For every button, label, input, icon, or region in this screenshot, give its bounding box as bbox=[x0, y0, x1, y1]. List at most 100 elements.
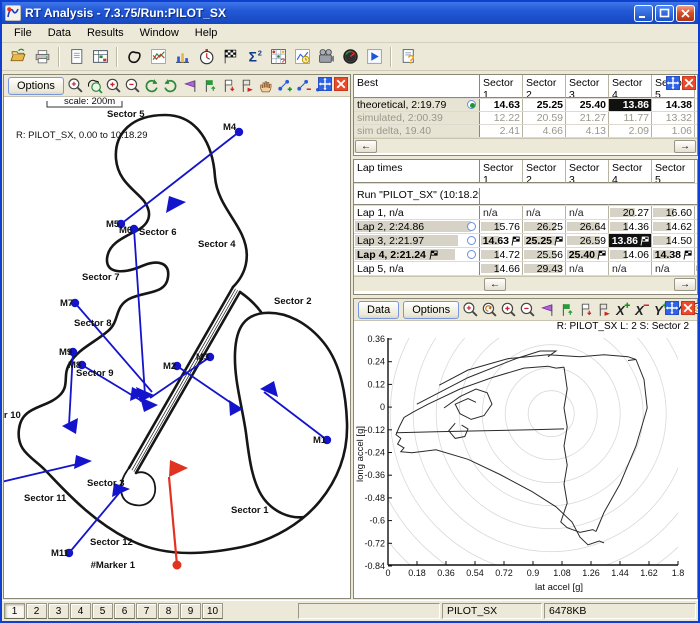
marker-label: M2 bbox=[163, 361, 176, 372]
stopwatch-icon[interactable] bbox=[194, 45, 218, 69]
map-move-window-icon[interactable] bbox=[318, 77, 332, 91]
lap-scroll-left-arrow[interactable]: ← bbox=[484, 278, 506, 291]
report-icon[interactable] bbox=[64, 45, 88, 69]
print-icon[interactable] bbox=[30, 45, 54, 69]
best-scroll-left-arrow[interactable]: ← bbox=[355, 140, 377, 153]
plot-flag-play-icon[interactable] bbox=[594, 300, 613, 319]
lap-row[interactable]: Lap 4, 2:21.2414.7225.5625.4014.0614.38 bbox=[354, 248, 697, 262]
sector-cell: 11.77 bbox=[609, 112, 652, 124]
chart-time-icon[interactable] bbox=[290, 45, 314, 69]
plot-x-minus-icon[interactable]: X bbox=[632, 300, 651, 319]
plot-data-button[interactable]: Data bbox=[358, 301, 399, 319]
map-point-remove-icon[interactable] bbox=[294, 76, 313, 95]
plot-close-icon[interactable] bbox=[681, 301, 695, 315]
map-zoom-out-icon[interactable] bbox=[123, 76, 142, 95]
map-pan-icon[interactable] bbox=[256, 76, 275, 95]
row-label: theoretical, 2:19.79 bbox=[354, 99, 480, 111]
sector-cell: 2.41 bbox=[480, 125, 523, 137]
map-close-icon[interactable] bbox=[334, 77, 348, 91]
play-icon[interactable] bbox=[362, 45, 386, 69]
minimize-button[interactable] bbox=[634, 5, 653, 22]
lap-row[interactable]: Lap 3, 2:21.9714.6325.2526.5913.8614.50 bbox=[354, 234, 697, 248]
workspace-tab-9[interactable]: 9 bbox=[180, 603, 201, 619]
map-flag-play-icon[interactable] bbox=[237, 76, 256, 95]
menu-help[interactable]: Help bbox=[187, 25, 226, 41]
lap-select-radio[interactable] bbox=[467, 100, 476, 109]
sector-label: Sector 12 bbox=[90, 537, 133, 548]
map-point-add-icon[interactable] bbox=[275, 76, 294, 95]
plot-flag-down-icon[interactable] bbox=[575, 300, 594, 319]
menu-data[interactable]: Data bbox=[40, 25, 79, 41]
workspace-tab-6[interactable]: 6 bbox=[114, 603, 135, 619]
best-scroll-right-arrow[interactable]: → bbox=[674, 140, 696, 153]
grid-query-icon[interactable]: ? bbox=[266, 45, 290, 69]
x-tick-label: 0.18 bbox=[408, 568, 426, 578]
map-rotate-cw-icon[interactable] bbox=[142, 76, 161, 95]
x-tick-label: 1.08 bbox=[553, 568, 571, 578]
map-flag-up-icon[interactable] bbox=[199, 76, 218, 95]
help-icon[interactable]: ? bbox=[396, 45, 420, 69]
best-close-icon[interactable] bbox=[682, 76, 696, 90]
map-flag-down-icon[interactable] bbox=[218, 76, 237, 95]
plot-flag-back-icon[interactable] bbox=[537, 300, 556, 319]
workspace-tab-7[interactable]: 7 bbox=[136, 603, 157, 619]
sector-cell: n/a bbox=[480, 206, 523, 219]
plot-x-plus-icon[interactable]: X bbox=[613, 300, 632, 319]
sector-cell: 13.86 bbox=[609, 234, 652, 247]
bar-chart-icon[interactable] bbox=[170, 45, 194, 69]
plot-flag-up-icon[interactable] bbox=[556, 300, 575, 319]
titlebar[interactable]: RT Analysis - 7.3.75/Run:PILOT_SX bbox=[2, 2, 698, 24]
lap-row: Lap 1, n/an/an/an/a20.2716.60 bbox=[354, 206, 697, 220]
track-map-canvas[interactable]: scale: 200mR: PILOT_SX, 0.00 to 10:18.29… bbox=[4, 97, 350, 598]
plot-options-button[interactable]: Options bbox=[403, 301, 459, 319]
marker-label: M11 bbox=[51, 548, 70, 559]
svg-text:2: 2 bbox=[257, 48, 261, 57]
plot-zoom-prev-icon[interactable] bbox=[480, 300, 499, 319]
workspace-tab-5[interactable]: 5 bbox=[92, 603, 113, 619]
x-tick-label: 1.62 bbox=[640, 568, 658, 578]
lap-select-radio[interactable] bbox=[467, 222, 476, 231]
workspace-tab-3[interactable]: 3 bbox=[48, 603, 69, 619]
column-header-partial: S bbox=[695, 160, 698, 183]
best-move-window-icon[interactable] bbox=[666, 76, 680, 90]
sigma-icon[interactable]: Σ2 bbox=[242, 45, 266, 69]
map-zoom-in-icon[interactable] bbox=[104, 76, 123, 95]
maximize-button[interactable] bbox=[655, 5, 674, 22]
workspace-tab-1[interactable]: 1 bbox=[4, 603, 25, 619]
plot-zoom-area-icon[interactable] bbox=[461, 300, 480, 319]
gauge-icon[interactable] bbox=[338, 45, 362, 69]
workspace-tab-2[interactable]: 2 bbox=[26, 603, 47, 619]
plot-move-window-icon[interactable] bbox=[665, 301, 679, 315]
track-outline bbox=[134, 291, 238, 472]
lap-select-radio[interactable] bbox=[467, 236, 476, 245]
red-marker-flag-icon bbox=[169, 460, 188, 477]
menu-file[interactable]: File bbox=[6, 25, 40, 41]
map-flag-back-icon[interactable] bbox=[180, 76, 199, 95]
table-map-icon[interactable] bbox=[88, 45, 112, 69]
open-icon[interactable] bbox=[6, 45, 30, 69]
gg-plot-canvas[interactable]: 00.180.360.540.720.91.081.261.441.621.80… bbox=[354, 334, 696, 598]
map-rotate-ccw-icon[interactable] bbox=[161, 76, 180, 95]
workspace-tab-8[interactable]: 8 bbox=[158, 603, 179, 619]
sector-label: Sector 3 bbox=[87, 478, 125, 489]
sector-label: Sector 1 bbox=[231, 505, 269, 516]
map-zoom-track-icon[interactable] bbox=[85, 76, 104, 95]
finish-flag-icon[interactable] bbox=[218, 45, 242, 69]
plot-zoom-in-icon[interactable] bbox=[499, 300, 518, 319]
track-icon[interactable] bbox=[122, 45, 146, 69]
workspace-tab-4[interactable]: 4 bbox=[70, 603, 91, 619]
lap-select-radio[interactable] bbox=[467, 250, 476, 259]
close-button[interactable] bbox=[676, 5, 695, 22]
lap-row[interactable]: Lap 2, 2:24.8615.7626.2526.6414.3614.62 bbox=[354, 220, 697, 234]
toolbar-separator bbox=[390, 47, 392, 67]
video-icon[interactable] bbox=[314, 45, 338, 69]
menu-window[interactable]: Window bbox=[132, 25, 187, 41]
plot-zoom-out-icon[interactable] bbox=[518, 300, 537, 319]
y-tick-label: 0 bbox=[380, 402, 385, 412]
chart-icon[interactable] bbox=[146, 45, 170, 69]
workspace-tab-10[interactable]: 10 bbox=[202, 603, 223, 619]
menu-results[interactable]: Results bbox=[79, 25, 132, 41]
map-zoom-area-icon[interactable] bbox=[66, 76, 85, 95]
map-options-button[interactable]: Options bbox=[8, 77, 64, 95]
lap-scroll-right-arrow[interactable]: → bbox=[674, 278, 696, 291]
